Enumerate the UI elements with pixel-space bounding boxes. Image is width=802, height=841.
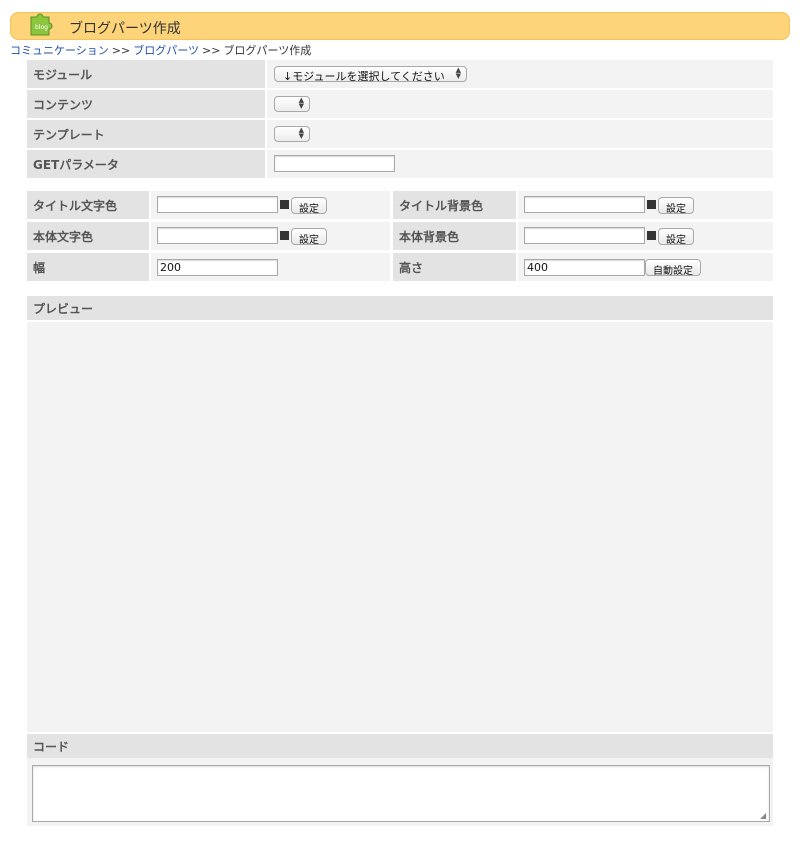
body-bg-label: 本体背景色 xyxy=(393,222,516,250)
code-section: ◢ xyxy=(27,758,773,826)
body-color-set-button[interactable]: 設定 xyxy=(291,228,327,246)
body-color-row: 本体文字色 設定 本体背景色 設定 xyxy=(27,222,773,250)
content-select[interactable]: ▲ ▼ xyxy=(274,96,310,112)
template-label: テンプレート xyxy=(27,120,265,148)
height-cell: 400 自動設定 xyxy=(518,253,773,281)
title-color-input[interactable] xyxy=(157,196,278,213)
body-bg-cell: 設定 xyxy=(518,222,773,250)
content-label: コンテンツ xyxy=(27,90,265,118)
breadcrumb-separator: >> xyxy=(111,44,131,57)
width-label: 幅 xyxy=(27,253,149,281)
svg-text:blog: blog xyxy=(35,24,48,31)
module-select-value: ↓モジュールを選択してください xyxy=(283,70,445,83)
template-row: テンプレート ▲ ▼ xyxy=(27,120,773,148)
title-color-label: タイトル文字色 xyxy=(27,191,149,219)
module-value-cell: ↓モジュールを選択してください ▲ ▼ xyxy=(267,60,773,88)
body-color-cell: 設定 xyxy=(151,222,390,250)
select-arrows-icon: ▲ ▼ xyxy=(298,96,304,110)
preview-header: プレビュー xyxy=(27,296,773,320)
template-value-cell: ▲ ▼ xyxy=(267,120,773,148)
body-color-label: 本体文字色 xyxy=(27,222,149,250)
content-row: コンテンツ ▲ ▼ xyxy=(27,90,773,118)
get-param-row: GETパラメータ xyxy=(27,150,773,178)
template-select[interactable]: ▲ ▼ xyxy=(274,126,310,142)
height-label: 高さ xyxy=(393,253,516,281)
title-color-cell: 設定 xyxy=(151,191,390,219)
body-bg-set-button[interactable]: 設定 xyxy=(658,228,694,246)
title-color-set-button[interactable]: 設定 xyxy=(291,197,327,215)
body-bg-input[interactable] xyxy=(524,227,645,244)
breadcrumb: コミュニケーション >> ブログパーツ >> ブログパーツ作成 xyxy=(10,42,311,58)
breadcrumb-separator: >> xyxy=(202,44,221,57)
page-header: blog ブログパーツ作成 xyxy=(10,12,790,40)
title-bg-set-button[interactable]: 設定 xyxy=(658,197,694,215)
breadcrumb-current: ブログパーツ作成 xyxy=(223,44,312,57)
select-arrows-icon: ▲ ▼ xyxy=(298,126,304,140)
width-cell: 200 xyxy=(151,253,390,281)
breadcrumb-link-blogparts[interactable]: ブログパーツ xyxy=(133,44,199,57)
title-color-swatch xyxy=(280,200,289,209)
content-value-cell: ▲ ▼ xyxy=(267,90,773,118)
resize-handle-icon[interactable]: ◢ xyxy=(760,812,768,820)
height-input[interactable]: 400 xyxy=(524,259,645,276)
page-title: ブログパーツ作成 xyxy=(69,21,181,37)
code-textarea[interactable]: ◢ xyxy=(32,765,770,822)
size-row: 幅 200 高さ 400 自動設定 xyxy=(27,253,773,281)
get-param-value-cell xyxy=(267,150,773,178)
module-select[interactable]: ↓モジュールを選択してください ▲ ▼ xyxy=(274,66,467,83)
body-color-swatch xyxy=(280,231,289,240)
module-row: モジュール ↓モジュールを選択してください ▲ ▼ xyxy=(27,60,773,88)
select-arrows-icon: ▲ ▼ xyxy=(455,66,461,80)
title-bg-input[interactable] xyxy=(524,196,645,213)
body-bg-swatch xyxy=(647,231,656,240)
title-bg-cell: 設定 xyxy=(518,191,773,219)
module-label: モジュール xyxy=(27,60,265,88)
get-param-label: GETパラメータ xyxy=(27,150,265,178)
breadcrumb-link-communication[interactable]: コミュニケーション xyxy=(10,44,109,57)
get-param-input[interactable] xyxy=(274,155,395,172)
width-input[interactable]: 200 xyxy=(157,259,278,276)
code-header: コード xyxy=(27,734,773,758)
blog-puzzle-icon: blog xyxy=(30,13,53,36)
title-bg-swatch xyxy=(647,200,656,209)
title-bg-label: タイトル背景色 xyxy=(393,191,516,219)
body-color-input[interactable] xyxy=(157,227,278,244)
title-color-row: タイトル文字色 設定 タイトル背景色 設定 xyxy=(27,191,773,219)
preview-area xyxy=(27,322,773,732)
auto-set-button[interactable]: 自動設定 xyxy=(645,259,701,277)
